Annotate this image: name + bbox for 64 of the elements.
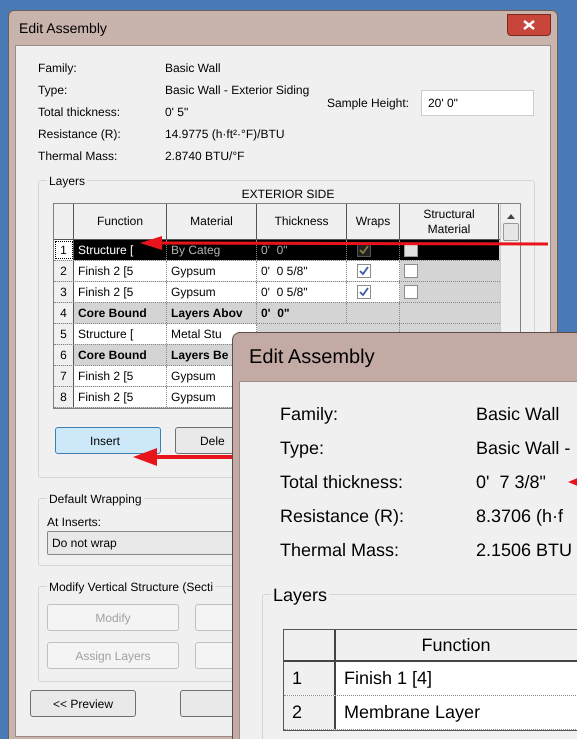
field-value: 2.8740 BTU/°F [165,148,244,165]
column-header[interactable]: Material [167,204,257,239]
side-label: EXTERIOR SIDE [240,186,336,203]
field-value: 14.9775 (h·ft²·°F)/BTU [165,126,284,143]
checkbox[interactable] [404,285,418,299]
table-cell: Finish 2 [5 [74,282,167,302]
field-value: Basic Wall - Exterior Siding [165,82,310,99]
row-number[interactable]: 2 [284,696,336,729]
column-header[interactable]: Thickness [257,204,347,239]
row-number[interactable]: 1 [284,662,336,695]
insert-button[interactable]: Insert [55,427,161,454]
field-label: Total thickness: [280,470,404,494]
table-cell: Finish 2 [5 [74,387,167,407]
scroll-up-icon [506,214,514,219]
table-cell-text: Membrane Layer [343,701,482,724]
field-label: Type: [38,82,68,99]
row-number[interactable]: 6 [54,345,74,365]
field-label: Resistance (R): [280,504,406,528]
field-value: 0' 7 3/8" [476,470,546,494]
table-cell: Structure [ [74,324,167,344]
field-label: At Inserts: [47,514,102,531]
column-header[interactable]: Wraps [347,204,400,239]
field-label: Family: [38,60,78,77]
input-field[interactable]: 20' 0" [421,90,534,116]
field-value: Basic Wall [476,402,560,426]
field-value: Basic Wall [165,60,221,77]
close-button[interactable] [507,14,551,36]
checkbox[interactable] [357,285,371,299]
row-number[interactable]: 3 [54,282,74,302]
column-header[interactable]: Structural Material [400,204,499,239]
field-value: 0' 5" [165,104,188,121]
table-cell-text: Finish 1 [4] [343,667,434,690]
table-cell: Finish 2 [5 [74,366,167,386]
table-cell: Finish 2 [5 [74,261,167,281]
scroll-thumb[interactable] [502,223,518,241]
field-value: 2.1506 BTU [476,538,572,562]
field-label: Sample Height: [326,95,409,112]
row-number[interactable]: 8 [54,387,74,407]
field-label: Resistance (R): [38,126,122,143]
field-value: Basic Wall - [476,436,570,460]
field-label: Type: [280,436,326,460]
preview-button[interactable]: << Preview [30,690,136,717]
checkbox[interactable] [357,264,371,278]
field-label: Total thickness: [38,104,122,121]
window-title: Edit Assembly [18,18,107,38]
table-cell: 0' 0 5/8" [257,282,347,302]
table-cell: Gypsum [167,261,257,281]
close-icon [523,20,535,30]
row-number[interactable]: 4 [54,303,74,323]
check-icon [359,266,369,276]
row-number[interactable]: 5 [54,324,74,344]
field-label: Thermal Mass: [38,148,118,165]
field-value: 8.3706 (h·f [476,504,564,528]
table-cell: 0' 0 5/8" [257,261,347,281]
arrow-annotation [568,477,577,487]
check-icon [359,245,369,255]
row-number[interactable]: 2 [54,261,74,281]
checkbox[interactable] [404,264,418,278]
table-cell: Gypsum [167,282,257,302]
field-label: Family: [280,402,339,426]
check-icon [359,287,369,297]
row-number[interactable]: 1 [54,240,74,260]
field-label: Thermal Mass: [280,538,400,562]
row-number[interactable]: 7 [54,366,74,386]
